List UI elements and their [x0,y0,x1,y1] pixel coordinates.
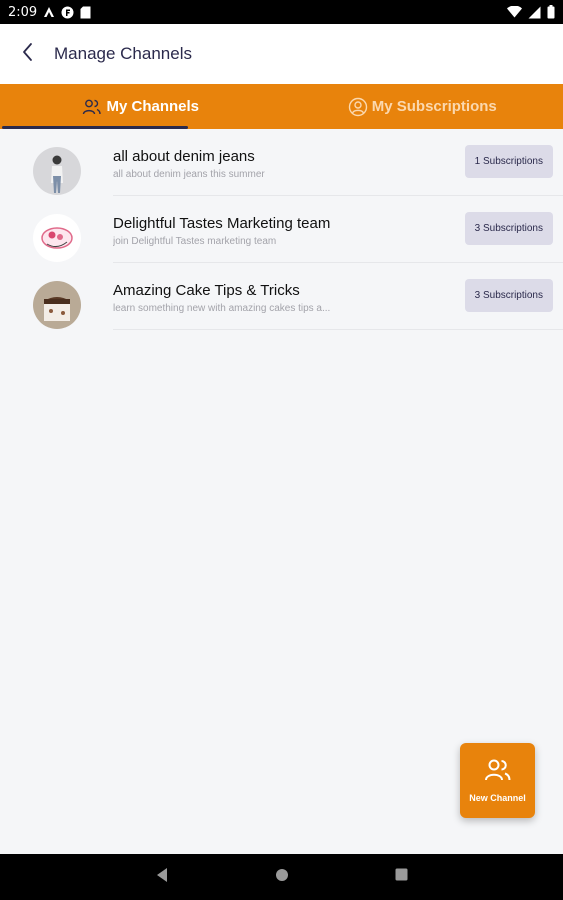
list-item[interactable]: Amazing Cake Tips & Tricks learn somethi… [0,263,563,330]
row-text: Amazing Cake Tips & Tricks learn somethi… [113,282,433,314]
list-item[interactable]: all about denim jeans all about denim je… [0,129,563,196]
subscriptions-badge[interactable]: 3 Subscriptions [464,279,553,312]
tab-label: My Channels [106,98,200,115]
system-nav-bar [0,854,563,900]
users-icon [82,98,102,116]
divider [113,329,563,330]
chevron-left-icon [21,42,35,67]
channel-subtitle: all about denim jeans this summer [113,169,265,180]
user-circle-icon [348,97,368,117]
tab-my-channels[interactable]: My Channels [0,84,282,129]
cake-avatar [33,281,81,329]
channel-title: all about denim jeans [113,148,255,165]
status-bar: 2:09 [0,0,563,24]
home-circle-icon [275,868,289,887]
recents-square-icon [395,868,408,886]
back-button[interactable] [14,40,42,68]
signal-icon [528,6,541,19]
tab-bar: My Channels My Subscriptions [0,84,563,129]
status-left: 2:09 [8,5,91,20]
row-text: Delightful Tastes Marketing team join De… [113,215,433,247]
nav-recents-button[interactable] [382,857,422,897]
android-studio-icon [43,6,55,18]
nav-home-button[interactable] [262,857,302,897]
subscriptions-badge[interactable]: 3 Subscriptions [464,212,553,245]
status-right [507,5,555,19]
row-text: all about denim jeans all about denim je… [113,148,433,180]
app-bar: Manage Channels [0,24,563,84]
tab-my-subscriptions[interactable]: My Subscriptions [282,84,563,129]
channel-subtitle: join Delightful Tastes marketing team [113,236,277,247]
list-item[interactable]: Delightful Tastes Marketing team join De… [0,196,563,263]
channel-list: all about denim jeans all about denim je… [0,129,563,330]
channel-title: Delightful Tastes Marketing team [113,215,331,232]
wifi-icon [507,6,522,18]
subscriptions-badge[interactable]: 1 Subscriptions [464,145,553,178]
sd-card-icon [80,6,91,19]
fab-label: New Channel [469,793,526,803]
status-time: 2:09 [8,4,38,20]
battery-icon [547,5,555,19]
back-triangle-icon [155,867,169,888]
page-title: Manage Channels [54,44,192,63]
logo-avatar [33,214,81,262]
f-app-icon [61,6,74,19]
denim-avatar [33,147,81,195]
channel-title: Amazing Cake Tips & Tricks [113,282,300,299]
new-channel-button[interactable]: New Channel [460,743,535,818]
tab-label: My Subscriptions [371,98,497,115]
nav-back-button[interactable] [142,857,182,897]
channel-subtitle: learn something new with amazing cakes t… [113,303,331,314]
users-icon [484,758,512,787]
